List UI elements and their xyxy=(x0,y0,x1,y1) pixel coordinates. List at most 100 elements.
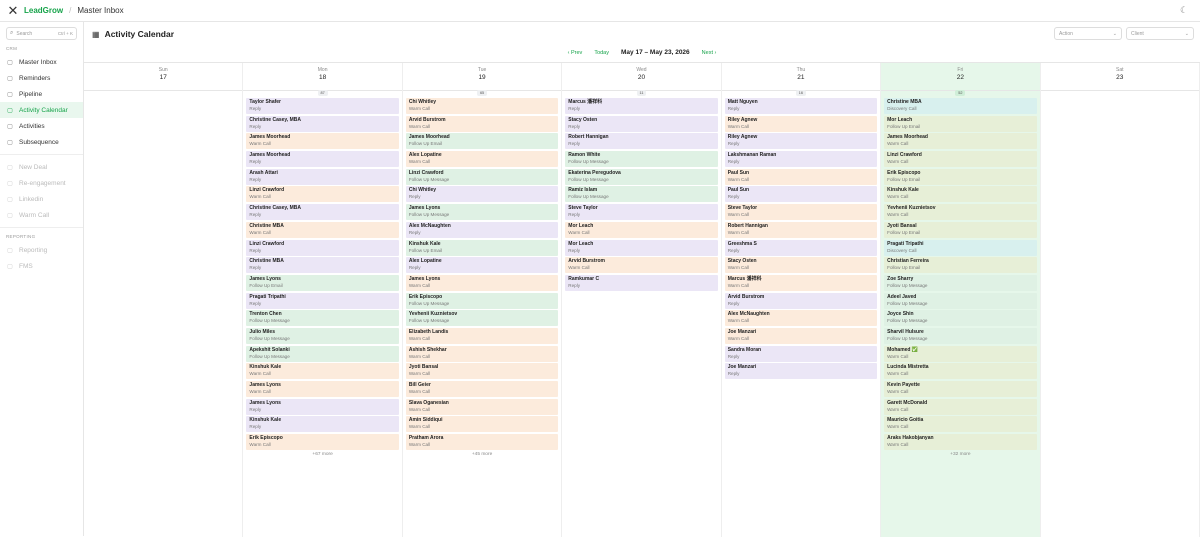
activity-card[interactable]: Kinshuk Kale Follow Up Email xyxy=(405,239,559,256)
sidebar-item-reporting[interactable]: ▢ Reporting xyxy=(0,242,83,258)
activity-card[interactable]: Steve Taylor Reply xyxy=(565,204,718,221)
activity-card[interactable]: Robert Hannigan Warm Call xyxy=(724,221,878,238)
activity-card[interactable]: Araks Hakobjanyan Warm Call xyxy=(884,434,1037,451)
activity-card[interactable]: Pragati Tripathi Reply xyxy=(246,292,399,309)
activity-card[interactable]: Joe Manzari Warm Call xyxy=(724,327,878,344)
activity-card[interactable]: James Lyons Reply xyxy=(246,398,399,415)
activity-card[interactable]: Christine MBA Reply xyxy=(246,257,399,274)
activity-card[interactable]: Mor Leach Reply xyxy=(565,239,718,256)
brand-logo[interactable]: LeadGrow xyxy=(24,6,63,15)
sidebar-item-re-engagement[interactable]: ▢ Re-engagement xyxy=(0,175,83,191)
sidebar-item-activity-calendar[interactable]: ▢ Activity Calendar xyxy=(0,102,83,118)
activity-card[interactable]: Linzi Crawford Warm Call xyxy=(246,186,399,203)
activity-card[interactable]: Arvid Burstrom Warm Call xyxy=(565,257,718,274)
activity-card[interactable]: Marcus 潘祥科 Reply xyxy=(565,98,718,114)
activity-card[interactable]: Robert Hannigan Reply xyxy=(565,133,718,150)
activity-card[interactable]: Kinshuk Kale Warm Call xyxy=(246,363,399,380)
activity-card[interactable]: Mor Leach Warm Call xyxy=(565,221,718,238)
activity-card[interactable]: Steve Taylor Warm Call xyxy=(724,204,878,221)
activity-card[interactable]: Stacy Osten Warm Call xyxy=(724,257,878,274)
activity-card[interactable]: Bill Geier Warm Call xyxy=(405,381,559,397)
more-link[interactable]: +32 more xyxy=(884,452,1036,457)
next-button[interactable]: Next › xyxy=(702,50,717,56)
activity-card[interactable]: Alex Lopatine Warm Call xyxy=(405,151,559,168)
activity-card[interactable]: Chi Whitley Reply xyxy=(405,186,559,203)
activity-card[interactable]: Alex McNaughten Reply xyxy=(405,221,559,238)
activity-card[interactable]: Joe Manzari Reply xyxy=(724,363,878,380)
activity-card[interactable]: Kinshuk Kale Reply xyxy=(246,416,399,433)
today-button[interactable]: Today xyxy=(594,50,609,56)
activity-card[interactable]: Matt Nguyen Reply xyxy=(724,98,878,114)
activity-card[interactable]: Stacy Osten Reply xyxy=(565,115,718,132)
activity-card[interactable]: Mor Leach Follow Up Email xyxy=(884,115,1037,132)
activity-card[interactable]: James Moorhead Reply xyxy=(246,151,399,168)
activity-card[interactable]: Chi Whitley Warm Call xyxy=(405,98,559,114)
activity-card[interactable]: Arash Attari Reply xyxy=(246,168,399,185)
activity-card[interactable]: Garett McDonald Warm Call xyxy=(884,398,1037,415)
more-link[interactable]: +67 more xyxy=(246,452,398,457)
activity-card[interactable]: James Lyons Warm Call xyxy=(246,381,399,397)
activity-card[interactable]: Amin Siddiqui Warm Call xyxy=(405,416,559,433)
activity-card[interactable]: James Lyons Follow Up Email xyxy=(246,274,399,291)
activity-card[interactable]: Trenton Chen Follow Up Message xyxy=(246,310,399,327)
activity-card[interactable]: Arvid Burstrom Warm Call xyxy=(405,115,559,132)
activity-card[interactable]: Jyoti Bansal Warm Call xyxy=(405,363,559,380)
activity-card[interactable]: Lucinda Mistretta Warm Call xyxy=(884,363,1037,380)
activity-card[interactable]: Paul Sun Reply xyxy=(724,186,878,203)
activity-card[interactable]: Ekaterina Peregudova Follow Up Message xyxy=(565,168,718,185)
activity-card[interactable]: Kevin Payette Warm Call xyxy=(884,381,1037,397)
sidebar-item-activities[interactable]: ▢ Activities xyxy=(0,118,83,134)
activity-card[interactable]: Mohamed ✅ Warm Call xyxy=(884,345,1037,362)
sidebar-item-linkedin[interactable]: ▢ Linkedin xyxy=(0,191,83,207)
activity-card[interactable]: Marcus 潘祥科 Warm Call xyxy=(724,274,878,291)
activity-card[interactable]: Jyoti Bansal Follow Up Email xyxy=(884,221,1037,238)
activity-card[interactable]: Greeshma S Reply xyxy=(724,239,878,256)
sidebar-item-new-deal[interactable]: ▢ New Deal xyxy=(0,159,83,175)
more-link[interactable]: +45 more xyxy=(406,452,558,457)
activity-card[interactable]: Ramiz Islam Follow Up Message xyxy=(565,186,718,203)
activity-card[interactable]: Linzi Crawford Warm Call xyxy=(884,151,1037,168)
sidebar-item-fms[interactable]: ▢ FMS xyxy=(0,258,83,274)
activity-card[interactable]: Adeel Javed Follow Up Message xyxy=(884,292,1037,309)
activity-card[interactable]: Linzi Crawford Reply xyxy=(246,239,399,256)
client-dropdown[interactable]: Client ⌄ xyxy=(1126,27,1194,40)
activity-card[interactable]: Christian Ferreira Follow Up Email xyxy=(884,257,1037,274)
sidebar-item-reminders[interactable]: ▢ Reminders xyxy=(0,70,83,86)
activity-card[interactable]: Elizabeth Landis Warm Call xyxy=(405,327,559,344)
activity-card[interactable]: Taylor Shafer Reply xyxy=(246,98,399,114)
sidebar-item-pipeline[interactable]: ▢ Pipeline xyxy=(0,86,83,102)
activity-card[interactable]: Christine Casey, MBA Reply xyxy=(246,204,399,221)
activity-card[interactable]: Yevhenii Kuznietsov Follow Up Message xyxy=(405,310,559,327)
prev-button[interactable]: ‹ Prev xyxy=(568,50,583,56)
activity-card[interactable]: Christine MBA Warm Call xyxy=(246,221,399,238)
activity-card[interactable]: Kinshuk Kale Warm Call xyxy=(884,186,1037,203)
activity-card[interactable]: Arvid Burstrom Reply xyxy=(724,292,878,309)
sidebar-item-warm-call[interactable]: ▢ Warm Call xyxy=(0,207,83,223)
activity-card[interactable]: Ramon White Follow Up Message xyxy=(565,151,718,168)
activity-card[interactable]: James Lyons Warm Call xyxy=(405,274,559,291)
activity-card[interactable]: Ashish Shekhar Warm Call xyxy=(405,345,559,362)
activity-card[interactable]: Mauricio Goitia Warm Call xyxy=(884,416,1037,433)
activity-card[interactable]: James Moorhead Warm Call xyxy=(884,133,1037,150)
activity-card[interactable]: Erik Episcopo Follow Up Email xyxy=(884,168,1037,185)
activity-card[interactable]: Zoe Sharry Follow Up Message xyxy=(884,274,1037,291)
activity-card[interactable]: Riley Agnew Reply xyxy=(724,133,878,150)
activity-card[interactable]: Alex McNaughten Warm Call xyxy=(724,310,878,327)
activity-card[interactable]: Alex Lopatine Reply xyxy=(405,257,559,274)
activity-card[interactable]: Riley Agnew Warm Call xyxy=(724,115,878,132)
activity-card[interactable]: Linzi Crawford Follow Up Message xyxy=(405,168,559,185)
activity-card[interactable]: James Lyons Follow Up Message xyxy=(405,204,559,221)
activity-card[interactable]: Paul Sun Warm Call xyxy=(724,168,878,185)
activity-card[interactable]: Apekshit Solanki Follow Up Message xyxy=(246,345,399,362)
activity-card[interactable]: Yevhenii Kuznietsov Warm Call xyxy=(884,204,1037,221)
activity-card[interactable]: Ramkumar C Reply xyxy=(565,274,718,291)
activity-card[interactable]: Sharvil Hulsure Follow Up Message xyxy=(884,327,1037,344)
activity-card[interactable]: James Moorhead Follow Up Email xyxy=(405,133,559,150)
close-icon[interactable]: ✕ xyxy=(0,3,24,19)
activity-card[interactable]: Pragati Tripathi Discovery Call xyxy=(884,239,1037,256)
activity-card[interactable]: Christine Casey, MBA Reply xyxy=(246,115,399,132)
activity-card[interactable]: Sandra Moran Reply xyxy=(724,345,878,362)
sidebar-item-subsequence[interactable]: ▢ Subsequence xyxy=(0,134,83,150)
activity-card[interactable]: James Moorhead Warm Call xyxy=(246,133,399,150)
theme-toggle-icon[interactable]: ☾ xyxy=(1180,5,1190,15)
